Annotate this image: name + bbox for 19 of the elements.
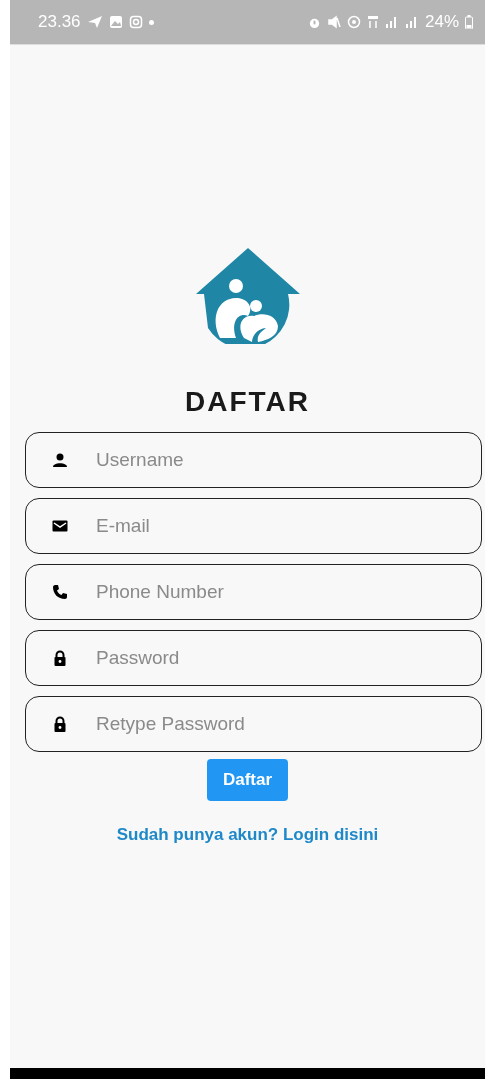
signal-icon — [384, 16, 399, 28]
send-icon — [86, 15, 103, 29]
camera-icon — [128, 15, 143, 29]
register-button[interactable]: Daftar — [206, 759, 289, 801]
input-field[interactable]: Retype Password — [25, 696, 482, 752]
input-field[interactable]: Phone Number — [25, 564, 482, 620]
hotspot-icon — [346, 15, 361, 29]
status-time: 23.36 — [38, 12, 81, 32]
battery-level: 24% — [424, 12, 459, 32]
mute-icon — [326, 15, 341, 29]
gallery-icon — [108, 15, 123, 29]
battery-icon — [465, 15, 473, 29]
login-link[interactable]: Sudah punya akun? Login disini — [116, 825, 379, 845]
input-field[interactable]: Password — [25, 630, 482, 686]
dot-icon — [148, 19, 154, 25]
input-field[interactable]: Username — [25, 432, 482, 488]
page-title: DAFTAR — [185, 386, 310, 418]
input-field[interactable]: E-mail — [25, 498, 482, 554]
signal-icon — [404, 16, 419, 28]
